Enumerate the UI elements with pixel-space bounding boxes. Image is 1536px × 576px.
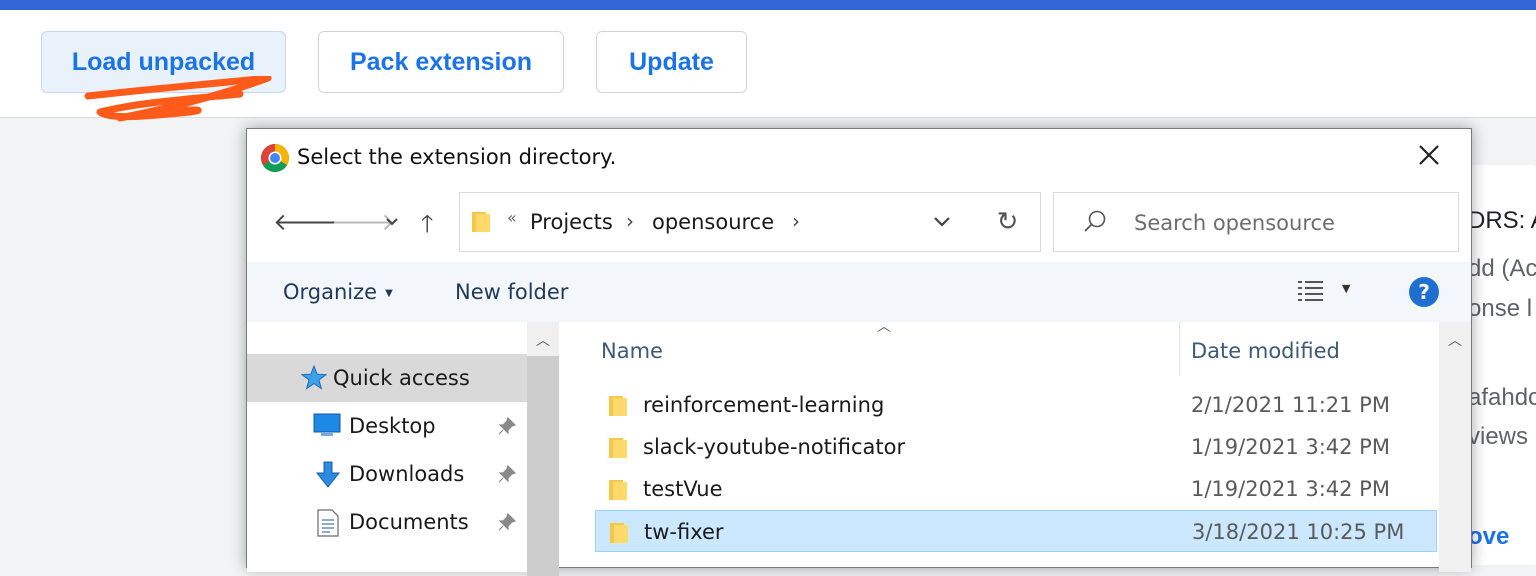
dialog-title: Select the extension directory.	[297, 145, 617, 169]
file-name: testVue	[643, 477, 723, 501]
back-arrow-icon[interactable]: 🡐	[273, 207, 337, 236]
column-divider[interactable]	[1179, 322, 1180, 376]
pin-icon[interactable]	[497, 512, 517, 532]
column-header-name[interactable]: Name	[601, 339, 663, 363]
pin-icon[interactable]	[497, 416, 517, 436]
close-icon[interactable]	[1415, 141, 1443, 169]
up-arrow-icon[interactable]: 🡑	[421, 207, 433, 248]
folder-icon	[609, 480, 627, 500]
breadcrumb-chevron-icon[interactable]: ›	[792, 209, 800, 233]
recent-locations-chevron-icon[interactable]	[385, 217, 399, 227]
download-arrow-icon	[315, 461, 341, 488]
folder-icon	[609, 396, 627, 416]
select-directory-dialog: Select the extension directory. 🡐 🡒 🡑 « …	[246, 128, 1472, 576]
sort-indicator-icon: ︿	[877, 319, 891, 335]
bg-card-text: onse l	[1468, 295, 1533, 322]
nav-pane-scrollbar[interactable]: ︿	[527, 322, 559, 576]
document-icon	[317, 509, 339, 537]
organize-label: Organize	[283, 280, 378, 304]
nav-item-downloads[interactable]: Downloads	[247, 450, 527, 498]
bg-card-text: afahdc	[1468, 384, 1536, 411]
file-row[interactable]: reinforcement-learning 2/1/2021 11:21 PM	[595, 384, 1437, 426]
file-list: ︿ Name Date modified reinforcement-learn…	[563, 319, 1437, 572]
file-name: reinforcement-learning	[643, 393, 885, 417]
dropdown-caret-icon: ▼	[385, 287, 393, 299]
scrollbar-thumb[interactable]	[527, 356, 559, 576]
view-options-caret-icon[interactable]: ▼	[1342, 282, 1350, 295]
file-row[interactable]: testVue 1/19/2021 3:42 PM	[595, 468, 1437, 510]
nav-item-quick-access[interactable]: Quick access	[247, 354, 527, 402]
new-folder-button[interactable]: New folder	[455, 280, 568, 304]
pin-icon[interactable]	[497, 464, 517, 484]
bg-card-text: DRS: A	[1468, 207, 1536, 234]
bg-card-button[interactable]: ove	[1468, 523, 1509, 551]
view-details-icon[interactable]	[1297, 279, 1325, 303]
help-button[interactable]: ?	[1409, 277, 1439, 307]
breadcrumb-opensource[interactable]: opensource	[652, 210, 774, 234]
pack-extension-button[interactable]: Pack extension	[318, 31, 564, 93]
column-header-date-modified[interactable]: Date modified	[1191, 339, 1340, 363]
chrome-logo-icon	[261, 144, 289, 172]
star-icon	[301, 365, 327, 390]
search-icon	[1084, 210, 1106, 232]
desktop-icon	[313, 413, 341, 436]
extensions-top-bar	[0, 0, 1536, 10]
extensions-toolbar: Load unpacked Pack extension Update	[0, 10, 1536, 122]
organize-menu[interactable]: Organize ▼	[283, 280, 393, 304]
update-button[interactable]: Update	[596, 31, 747, 93]
address-bar[interactable]: « Projects › opensource ›	[459, 192, 1041, 252]
nav-item-label: Desktop	[349, 414, 436, 438]
file-name: tw-fixer	[644, 520, 724, 544]
folder-icon	[609, 438, 627, 458]
annotation-scribble	[84, 76, 272, 122]
file-date: 1/19/2021 3:42 PM	[1191, 435, 1390, 459]
refresh-icon[interactable]: ↻	[975, 192, 1041, 252]
scroll-up-icon[interactable]: ︿	[1448, 330, 1462, 350]
navigation-pane: Quick access Desktop Downloads Documents	[247, 322, 527, 572]
file-name: slack-youtube-notificator	[643, 435, 906, 459]
command-bar: Organize ▼ New folder ▼ ?	[247, 262, 1471, 322]
nav-item-label: Documents	[349, 510, 469, 534]
file-list-scrollbar[interactable]: ︿	[1439, 322, 1471, 572]
folder-icon	[610, 523, 628, 543]
folder-icon	[472, 212, 490, 232]
nav-item-documents[interactable]: Documents	[247, 498, 527, 546]
search-box[interactable]	[1053, 192, 1459, 252]
file-date: 2/1/2021 11:21 PM	[1191, 393, 1390, 417]
file-row[interactable]: slack-youtube-notificator 1/19/2021 3:42…	[595, 426, 1437, 468]
nav-item-desktop[interactable]: Desktop	[247, 402, 527, 450]
search-input[interactable]	[1132, 207, 1436, 239]
nav-item-label: Downloads	[349, 462, 465, 486]
file-date: 1/19/2021 3:42 PM	[1191, 477, 1390, 501]
breadcrumb-overflow-icon[interactable]: «	[507, 208, 517, 227]
bg-card-text: dd (Ac	[1468, 255, 1536, 282]
breadcrumb-projects[interactable]: Projects	[530, 210, 613, 234]
breadcrumb-chevron-icon[interactable]: ›	[626, 209, 634, 233]
file-row-selected[interactable]: tw-fixer 3/18/2021 10:25 PM	[595, 510, 1437, 552]
address-dropdown-chevron-icon[interactable]	[932, 211, 952, 231]
scroll-up-icon[interactable]: ︿	[536, 330, 550, 350]
file-date: 3/18/2021 10:25 PM	[1192, 520, 1405, 544]
bg-card-text[interactable]: views	[1468, 423, 1528, 451]
nav-item-label: Quick access	[333, 366, 470, 390]
